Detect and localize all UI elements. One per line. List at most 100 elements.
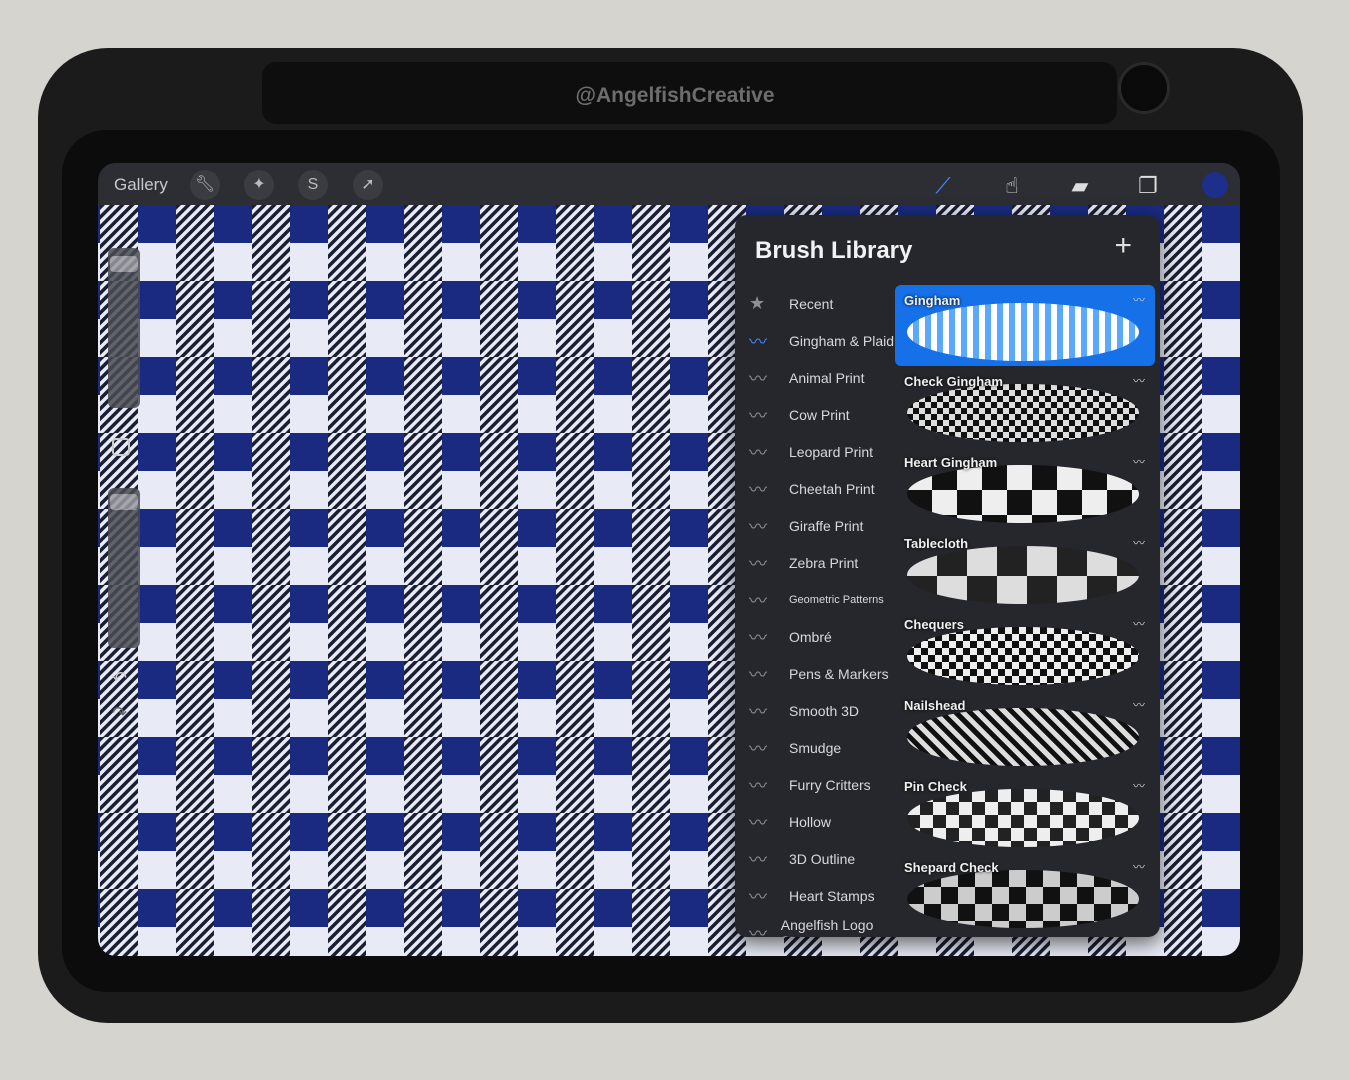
brush-size-slider[interactable] [108, 248, 140, 408]
brush-set-item[interactable]: ★ Recent [745, 285, 895, 322]
procreate-screen: Gallery 🔧︎ ✦ S ➚ ⟋ ☝︎ ▰ ❐ ↶ ↷ Brush Libr… [98, 163, 1240, 956]
brush-set-item[interactable]: 〰 Smooth 3D [745, 692, 895, 729]
left-sidebar: ↶ ↷ [104, 248, 140, 723]
brush-set-label: Smudge [789, 739, 842, 756]
brush-library-panel: Brush Library + ★ Recent 〰 Gingham & Plaid 〰… [735, 215, 1160, 937]
selection-icon[interactable]: S [298, 170, 328, 200]
brush-preview [907, 546, 1139, 604]
brush-set-label: Leopard Print [789, 443, 874, 460]
brush-name: Shepard Check [904, 860, 999, 875]
brush-name: Tablecloth [904, 536, 969, 551]
brush-set-label: Ombré [789, 628, 832, 645]
brush-preview [907, 870, 1139, 928]
brush-item[interactable]: Heart Gingham 〰 [895, 447, 1155, 528]
brush-item[interactable]: Chequers 〰 [895, 609, 1155, 690]
brush-item[interactable]: Shepard Check 〰 [895, 852, 1155, 933]
brush-preview [907, 627, 1139, 685]
brush-stroke-icon: 〰 [1132, 779, 1145, 793]
brush-name: Pin Check [904, 779, 967, 794]
brush-set-item[interactable]: 〰 Heart Stamps [745, 877, 895, 914]
brush-set-item[interactable]: 〰 Pens & Markers [745, 655, 895, 692]
brush-set-label: Geometric Patterns [789, 593, 884, 606]
brush-set-label: Heart Stamps [789, 887, 875, 904]
brush-name: Check Gingham [904, 374, 1003, 389]
brush-stroke-icon: 〰 [749, 923, 767, 938]
brush-stroke-icon: 〰 [749, 442, 767, 463]
undo-icon[interactable]: ↶ [112, 668, 127, 689]
brush-set-item[interactable]: 〰 Giraffe Print [745, 507, 895, 544]
brush-stroke-icon: 〰 [749, 516, 767, 537]
brush-name: Chequers [904, 617, 964, 632]
brush-set-item[interactable]: 〰 Cheetah Print [745, 470, 895, 507]
brush-set-item[interactable]: 〰 Smudge [745, 729, 895, 766]
brush-set-label: Animal Print [789, 369, 865, 386]
brush-stroke-icon: 〰 [1132, 536, 1145, 550]
brush-stroke-icon: 〰 [749, 553, 767, 574]
brush-set-label: Hollow [789, 813, 832, 830]
brush-item[interactable]: Check Gingham 〰 [895, 366, 1155, 447]
brush-preview [907, 708, 1139, 766]
magic-wand-icon[interactable]: ✦ [244, 170, 274, 200]
opacity-slider[interactable] [108, 488, 140, 648]
brush-set-item[interactable]: 〰 Geometric Patterns [745, 581, 895, 618]
brush-set-item[interactable]: 〰 Hollow [745, 803, 895, 840]
add-brush-button[interactable]: + [1114, 229, 1132, 263]
brush-set-item[interactable]: 〰 3D Outline [745, 840, 895, 877]
brush-name: Heart Gingham [904, 455, 998, 470]
brush-set-label: Cow Print [789, 406, 850, 423]
brush-stroke-icon: 〰 [749, 368, 767, 389]
top-toolbar: Gallery 🔧︎ ✦ S ➚ ⟋ ☝︎ ▰ ❐ [98, 163, 1240, 205]
brush-icon[interactable]: ⟋ [926, 169, 960, 203]
brush-stroke-icon: 〰 [749, 664, 767, 685]
brush-stroke-icon: 〰 [1132, 293, 1145, 307]
brush-stroke-icon: 〰 [749, 701, 767, 722]
brush-stroke-icon: 〰 [749, 738, 767, 759]
brush-preview [907, 789, 1139, 847]
brush-item[interactable]: Gingham 〰 [895, 285, 1155, 366]
brush-stroke-icon: 〰 [749, 479, 767, 500]
brush-set-label: Gingham & Plaid [789, 332, 895, 349]
brush-set-item[interactable]: 〰 Furry Critters [745, 766, 895, 803]
brush-stroke-icon: 〰 [749, 849, 767, 870]
brush-item[interactable]: Pin Check 〰 [895, 771, 1155, 852]
modify-button[interactable] [112, 438, 130, 456]
redo-icon[interactable]: ↷ [112, 703, 127, 724]
brush-stroke-icon: 〰 [1132, 698, 1145, 712]
star-icon: ★ [749, 293, 766, 313]
brush-set-label: 3D Outline [789, 850, 856, 867]
color-picker[interactable] [1202, 172, 1228, 198]
layers-icon[interactable]: ❐ [1131, 169, 1165, 203]
brush-preview [907, 384, 1139, 442]
brush-set-item[interactable]: 〰 Zebra Print [745, 544, 895, 581]
brush-stroke-icon: 〰 [1132, 455, 1145, 469]
brush-stroke-icon: 〰 [1132, 617, 1145, 631]
brush-set-label: Giraffe Print [789, 517, 864, 534]
brush-stroke-icon: 〰 [1132, 374, 1145, 388]
brush-set-item[interactable]: 〰 Cow Print [745, 396, 895, 433]
brush-set-label: Smooth 3D [789, 702, 860, 719]
brush-set-item[interactable]: 〰 Leopard Print [745, 433, 895, 470]
brush-stroke-icon: 〰 [749, 627, 767, 648]
brush-set-item[interactable]: 〰 Gingham & Plaid [745, 322, 895, 359]
gallery-button[interactable]: Gallery [114, 175, 168, 195]
brush-set-label: Furry Critters [789, 776, 871, 793]
brush-stroke-icon: 〰 [749, 590, 767, 611]
eraser-icon[interactable]: ▰ [1063, 169, 1097, 203]
brush-stroke-icon: 〰 [749, 775, 767, 796]
brush-set-label: Pens & Markers [789, 665, 889, 682]
move-arrow-icon[interactable]: ➚ [353, 170, 383, 200]
brush-stroke-icon: 〰 [749, 331, 767, 352]
wrench-icon[interactable]: 🔧︎ [190, 170, 220, 200]
brush-item[interactable]: Tablecloth 〰 [895, 528, 1155, 609]
brush-preview [907, 303, 1139, 361]
smudge-icon[interactable]: ☝︎ [995, 169, 1029, 203]
brush-set-item[interactable]: 〰 Ombré [745, 618, 895, 655]
brush-name: Gingham [904, 293, 961, 308]
brush-set-item[interactable]: 〰 Angelfish Logo Stamps [745, 914, 895, 938]
brush-set-label: Cheetah Print [789, 480, 875, 497]
brush-stroke-icon: 〰 [1132, 860, 1145, 874]
brush-set-item[interactable]: 〰 Animal Print [745, 359, 895, 396]
brush-set-label: Recent [789, 295, 834, 312]
brush-item[interactable]: Nailshead 〰 [895, 690, 1155, 771]
brush-set-label: Zebra Print [789, 554, 859, 571]
